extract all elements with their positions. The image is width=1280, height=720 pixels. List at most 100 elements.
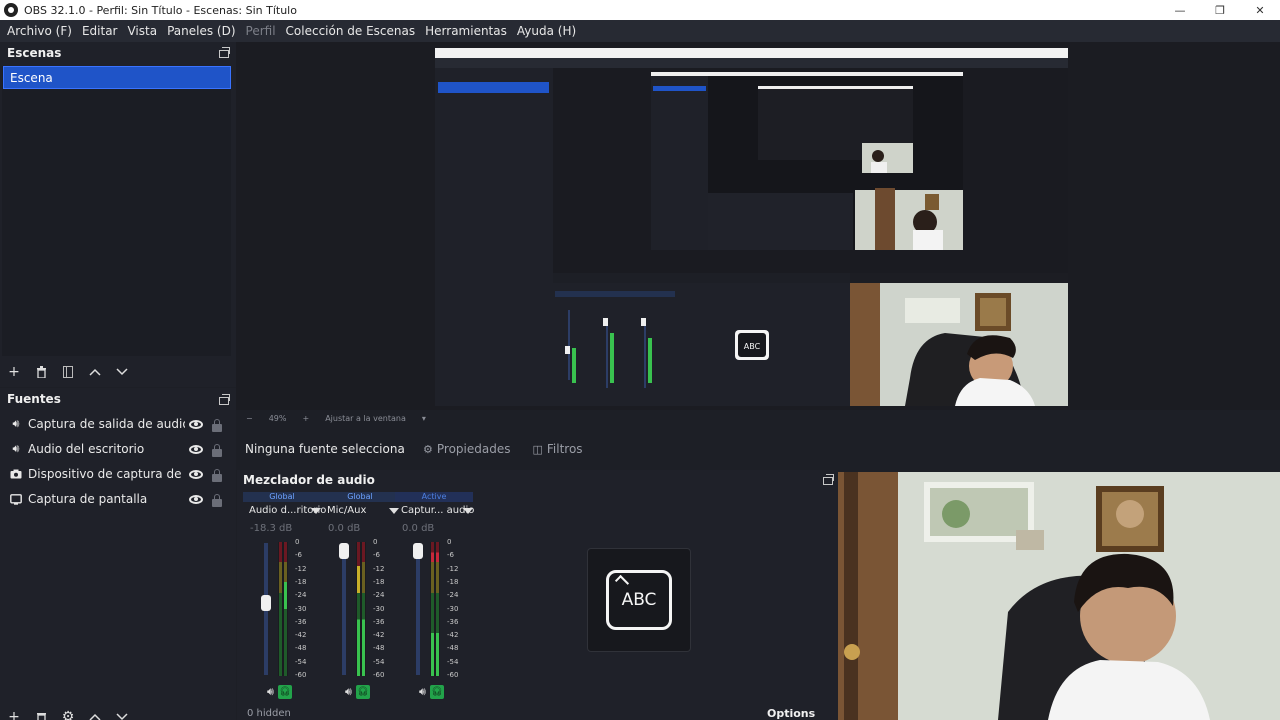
menu-coleccion-escenas[interactable]: Colección de Escenas: [281, 24, 421, 38]
move-source-down-button[interactable]: [111, 707, 133, 720]
headphones-icon[interactable]: 🎧︎: [355, 685, 370, 699]
db-tick-label: 0: [373, 538, 378, 546]
menu-vista[interactable]: Vista: [122, 24, 162, 38]
db-tick-label: -6: [295, 551, 302, 560]
source-item[interactable]: 🔊︎ Audio del escritorio: [0, 437, 232, 461]
mixer-channel: Global Audio d...ritorio -18.3 dB 0 -6 -12…: [243, 492, 326, 720]
speaker-icon: 🔊︎: [12, 417, 20, 430]
channel-badge: Active: [395, 492, 473, 502]
db-scale: 0 -6 -12 -18 -24 -30 -36 -42 -48 -54 -60: [295, 538, 311, 679]
window-controls: — ❐ ✕: [1160, 0, 1280, 20]
lock-icon[interactable]: [212, 419, 222, 432]
visibility-eye-icon[interactable]: [189, 495, 203, 504]
source-item[interactable]: Captura de pantalla: [0, 487, 232, 511]
volume-slider[interactable]: [416, 543, 420, 675]
mixer-channel: Active Captur... audio 0.0 dB 0 -6 -12 -18-…: [395, 492, 474, 720]
db-tick-label: -6: [447, 551, 454, 560]
volume-slider-handle[interactable]: [413, 543, 423, 559]
channel-badge: Global: [243, 492, 321, 502]
remove-scene-button[interactable]: [30, 362, 52, 382]
svg-text:ABC: ABC: [744, 342, 761, 351]
menu-ayuda[interactable]: Ayuda (H): [512, 24, 581, 38]
zoom-out-button[interactable]: −: [246, 414, 253, 423]
no-source-label: Ninguna fuente selecciona: [245, 442, 405, 456]
db-tick-label: -54: [373, 657, 385, 666]
mixer-undock-icon[interactable]: [823, 474, 834, 485]
chevron-down-icon[interactable]: [311, 508, 321, 514]
lock-icon[interactable]: [212, 469, 222, 482]
visibility-eye-icon[interactable]: [189, 470, 203, 479]
menu-paneles[interactable]: Paneles (D): [162, 24, 240, 38]
preview-status-bar: − 49% + Ajustar a la ventana ▾: [236, 410, 1280, 426]
db-tick-label: 0: [295, 538, 300, 546]
properties-button[interactable]: ⚙ Propiedades: [415, 438, 518, 460]
gear-icon: ⚙: [423, 442, 433, 456]
remove-source-button[interactable]: [30, 707, 52, 720]
context-bar: Ninguna fuente selecciona ⚙ Propiedades …: [236, 434, 1280, 464]
scenes-undock-icon[interactable]: [219, 47, 230, 58]
scene-filters-button[interactable]: [57, 362, 79, 382]
move-scene-down-button[interactable]: [111, 362, 133, 382]
options-button[interactable]: Options: [767, 707, 815, 720]
zoom-in-button[interactable]: +: [302, 414, 309, 423]
lock-icon[interactable]: [212, 444, 222, 457]
mixer-footer: 0 hidden Options: [237, 707, 838, 720]
speaker-icon[interactable]: 🔊︎: [345, 685, 352, 699]
preview-canvas[interactable]: ABC: [435, 48, 1068, 406]
add-scene-button[interactable]: +: [3, 362, 25, 382]
level-meter: [278, 542, 288, 676]
maximize-button[interactable]: ❐: [1200, 0, 1240, 20]
speaker-icon: 🔊︎: [12, 442, 20, 455]
sources-toolbar: + ⚙: [3, 706, 138, 720]
chevron-down-icon[interactable]: [463, 508, 473, 514]
move-scene-up-button[interactable]: [84, 362, 106, 382]
db-tick-label: -60: [373, 671, 385, 679]
speaker-icon[interactable]: 🔊︎: [419, 685, 426, 699]
close-button[interactable]: ✕: [1240, 0, 1280, 20]
scene-item-escena[interactable]: Escena: [3, 66, 231, 89]
source-label: Dispositivo de captura de vídeo: [28, 467, 185, 481]
visibility-eye-icon[interactable]: [189, 445, 203, 454]
menu-archivo[interactable]: Archivo (F): [2, 24, 77, 38]
db-tick-label: -24: [447, 591, 459, 600]
db-tick-label: -54: [447, 657, 459, 666]
volume-slider[interactable]: [342, 543, 346, 675]
monitor-icon: [9, 492, 23, 506]
lock-icon[interactable]: [212, 494, 222, 507]
menu-perfil[interactable]: Perfil: [241, 24, 281, 38]
volume-slider-handle[interactable]: [339, 543, 349, 559]
speaker-icon[interactable]: 🔊︎: [267, 685, 274, 699]
filters-button[interactable]: ◫ Filtros: [524, 438, 590, 460]
db-tick-label: -54: [295, 657, 307, 666]
camera-icon: [9, 467, 23, 481]
filter-icon: ◫: [532, 442, 543, 456]
audio-mixer-dock: Mezclador de audio Global Audio d...rito…: [237, 470, 838, 720]
menu-herramientas[interactable]: Herramientas: [420, 24, 512, 38]
channel-controls: 🔊︎ 🎧︎: [419, 685, 444, 699]
db-tick-label: -42: [447, 631, 459, 640]
minimize-button[interactable]: —: [1160, 0, 1200, 20]
source-item[interactable]: 🔊︎ Captura de salida de audio: [0, 412, 232, 436]
properties-label: Propiedades: [436, 442, 511, 456]
sources-undock-icon[interactable]: [219, 394, 230, 405]
db-tick-label: -48: [447, 644, 459, 653]
channel-db: 0.0 dB: [328, 523, 361, 534]
db-tick-label: -18: [295, 577, 307, 586]
db-tick-label: -30: [373, 604, 385, 613]
headphones-icon[interactable]: 🎧︎: [277, 685, 292, 699]
volume-slider-handle[interactable]: [261, 595, 271, 612]
menu-editar[interactable]: Editar: [77, 24, 123, 38]
chevron-down-icon[interactable]: ▾: [422, 414, 426, 423]
db-tick-label: 0: [447, 538, 452, 546]
db-tick-label: -42: [295, 631, 307, 640]
move-source-up-button[interactable]: [84, 707, 106, 720]
visibility-eye-icon[interactable]: [189, 420, 203, 429]
db-tick-label: -36: [447, 617, 459, 626]
fit-to-window-select[interactable]: Ajustar a la ventana: [325, 414, 406, 423]
source-settings-gear-icon[interactable]: ⚙: [57, 707, 79, 720]
source-item[interactable]: Dispositivo de captura de vídeo: [0, 462, 232, 486]
channel-name: Mic/Aux: [327, 505, 367, 516]
db-tick-label: -18: [373, 577, 385, 586]
add-source-button[interactable]: +: [3, 707, 25, 720]
headphones-icon[interactable]: 🎧︎: [429, 685, 444, 699]
